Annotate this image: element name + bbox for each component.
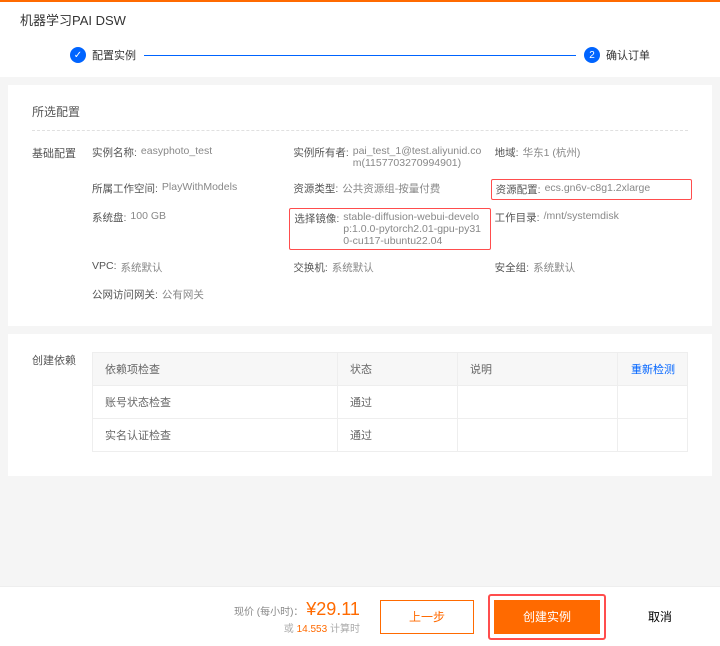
step-2-label: 确认订单	[606, 47, 650, 63]
gateway-value: 公有网关	[162, 287, 204, 302]
deps-table: 依赖项检查 状态 说明 重新检测 账号状态检查通过 实名认证检查通过	[92, 352, 688, 452]
step-connector	[144, 55, 576, 56]
name-label: 实例名称:	[92, 145, 137, 169]
table-row: 实名认证检查通过	[93, 419, 688, 452]
rescfg-label: 资源配置:	[496, 182, 541, 197]
step-nav: ✓ 配置实例 2 确认订单	[0, 37, 720, 77]
recheck-link[interactable]: 重新检测	[631, 364, 675, 376]
step-1: ✓ 配置实例	[70, 47, 136, 63]
create-button[interactable]: 创建实例	[494, 600, 600, 634]
name-value: easyphoto_test	[141, 145, 212, 169]
config-panel-title: 所选配置	[32, 103, 688, 120]
deps-panel: 创建依赖 依赖项检查 状态 说明 重新检测 账号状态检查通过 实名认证检查通过	[8, 334, 712, 476]
disk-value: 100 GB	[130, 210, 166, 248]
resource-config-highlight: 资源配置: ecs.gn6v-c8g1.2xlarge	[491, 179, 692, 200]
create-button-highlight: 创建实例	[488, 594, 606, 640]
gateway-label: 公网访问网关:	[92, 287, 158, 302]
owner-label: 实例所有者:	[293, 145, 348, 169]
compute-hours: 14.553	[297, 624, 330, 635]
restype-value: 公共资源组-按量付费	[342, 181, 440, 198]
page-title: 机器学习PAI DSW	[0, 2, 720, 37]
currency: ¥	[306, 599, 316, 619]
section-basic: 基础配置	[32, 145, 92, 302]
deps-title: 创建依赖	[32, 352, 92, 452]
step-1-label: 配置实例	[92, 47, 136, 63]
dep-item: 实名认证检查	[93, 419, 338, 452]
dep-status: 通过	[338, 386, 458, 419]
deps-th-desc: 说明	[458, 353, 618, 386]
step-2-number: 2	[584, 47, 600, 63]
prev-button[interactable]: 上一步	[380, 600, 474, 634]
image-value: stable-diffusion-webui-develop:1.0.0-pyt…	[343, 211, 485, 247]
price-label: 现价 (每小时)：	[234, 607, 303, 618]
step-2: 2 确认订单	[584, 47, 650, 63]
disk-label: 系统盘:	[92, 210, 126, 248]
sg-label: 安全组:	[495, 260, 529, 275]
deps-th-item: 依赖项检查	[93, 353, 338, 386]
restype-label: 资源类型:	[293, 181, 338, 198]
workdir-value: /mnt/systemdisk	[544, 210, 619, 248]
region-value: 华东1 (杭州)	[523, 145, 581, 169]
config-panel: 所选配置 基础配置 实例名称:easyphoto_test 实例所有者:pai_…	[8, 85, 712, 326]
image-highlight: 选择镜像:stable-diffusion-webui-develop:1.0.…	[289, 208, 490, 250]
deps-th-status: 状态	[338, 353, 458, 386]
vpc-label: VPC:	[92, 260, 117, 275]
footer-bar: 现价 (每小时)： ¥29.11 或 14.553 计算时 上一步 创建实例 取…	[0, 586, 720, 646]
workspace-label: 所属工作空间:	[92, 181, 158, 198]
vpc-value: 系统默认	[121, 260, 163, 275]
switch-value: 系统默认	[332, 260, 374, 275]
price-value: 29.11	[316, 599, 360, 619]
dep-item: 账号状态检查	[93, 386, 338, 419]
table-row: 账号状态检查通过	[93, 386, 688, 419]
sg-value: 系统默认	[533, 260, 575, 275]
switch-label: 交换机:	[293, 260, 327, 275]
workdir-label: 工作目录:	[495, 210, 540, 248]
check-icon: ✓	[70, 47, 86, 63]
cancel-button[interactable]: 取消	[620, 600, 700, 634]
price-block: 现价 (每小时)： ¥29.11 或 14.553 计算时	[234, 599, 360, 635]
dep-status: 通过	[338, 419, 458, 452]
workspace-value: PlayWithModels	[162, 181, 237, 198]
region-label: 地域:	[495, 145, 519, 169]
owner-value: pai_test_1@test.aliyunid.com(11577032709…	[353, 145, 487, 169]
image-label: 选择镜像:	[294, 211, 339, 247]
rescfg-value: ecs.gn6v-c8g1.2xlarge	[545, 182, 651, 197]
